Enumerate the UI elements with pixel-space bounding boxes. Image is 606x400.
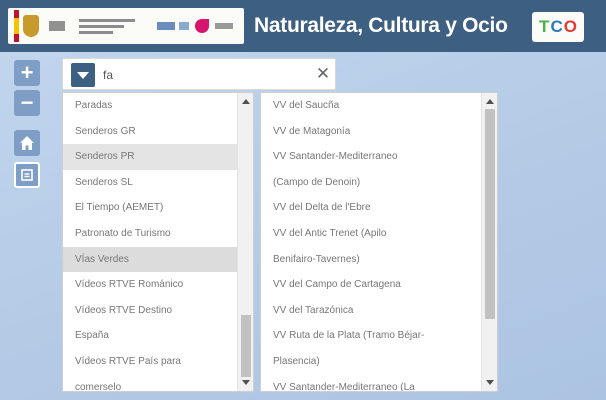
category-item[interactable]: Vídeos RTVE País para: [63, 349, 253, 375]
category-item[interactable]: España: [63, 323, 253, 349]
result-item[interactable]: VV del Antic Trenet (Apilo: [261, 221, 497, 247]
scroll-down-icon[interactable]: [242, 380, 250, 385]
category-item[interactable]: Vídeos RTVE Románico: [63, 272, 253, 298]
scroll-up-icon[interactable]: [486, 99, 494, 104]
zoom-out-button[interactable]: −: [14, 90, 40, 116]
clear-search-button[interactable]: ✕: [313, 63, 333, 85]
search-input[interactable]: [103, 65, 303, 85]
close-icon: ✕: [315, 64, 331, 83]
logo-letter-c: C: [550, 17, 563, 36]
category-item[interactable]: Senderos SL: [63, 170, 253, 196]
results-scrollbar[interactable]: [481, 93, 497, 391]
results-list[interactable]: VV del Saucña VV de Matagonía VV Santander…: [260, 92, 498, 392]
zoom-in-button[interactable]: +: [14, 60, 40, 86]
ministry-logo-icon: [49, 21, 65, 31]
scroll-up-icon[interactable]: [242, 99, 250, 104]
caret-down-icon: [77, 71, 89, 79]
logo-letter-t: T: [539, 17, 550, 36]
result-item[interactable]: Plasencia): [261, 349, 497, 375]
result-item[interactable]: VV Ruta de la Plata (Tramo Béjar-: [261, 323, 497, 349]
scroll-down-icon[interactable]: [486, 380, 494, 385]
result-item[interactable]: VV del Campo de Cartagena: [261, 272, 497, 298]
category-item[interactable]: Patronato de Turismo: [63, 221, 253, 247]
layers-icon: [21, 169, 33, 181]
home-button[interactable]: [14, 130, 40, 156]
app-title: Naturaleza, Cultura y Ocio: [254, 14, 508, 37]
app-header: Naturaleza, Cultura y Ocio T C O: [0, 0, 606, 52]
category-item[interactable]: Senderos GR: [63, 119, 253, 145]
result-item[interactable]: VV del Tarazónica: [261, 298, 497, 324]
scroll-thumb[interactable]: [241, 315, 251, 377]
category-scrollbar[interactable]: [237, 93, 253, 391]
scroll-thumb[interactable]: [485, 109, 495, 319]
category-item[interactable]: El Tiempo (AEMET): [63, 195, 253, 221]
result-item[interactable]: Benifairo-Tavernes): [261, 247, 497, 273]
result-item[interactable]: VV Santander-Mediterraneo: [261, 144, 497, 170]
category-item[interactable]: Paradas: [63, 93, 253, 119]
category-list[interactable]: Paradas Senderos GR Senderos PR Senderos SL…: [62, 92, 254, 392]
minus-icon: −: [20, 90, 34, 115]
home-icon: [20, 136, 34, 150]
partner-logo-small-icon: [179, 22, 189, 30]
plus-icon: +: [20, 60, 34, 85]
ministry-name-logo: [79, 18, 135, 34]
category-item[interactable]: VÍas Verdes: [63, 246, 253, 273]
result-item[interactable]: VV de Matagonía: [261, 119, 497, 145]
result-item[interactable]: (Campo de Denoin): [261, 170, 497, 196]
category-item[interactable]: comerselo: [63, 375, 253, 391]
result-item[interactable]: VV Santander-Mediterraneo (La: [261, 375, 497, 391]
category-item[interactable]: Senderos PR: [63, 144, 253, 170]
logo-letter-o: O: [563, 17, 577, 36]
result-item[interactable]: VV del Delta de l'Ebre: [261, 195, 497, 221]
layers-button[interactable]: [14, 162, 40, 188]
partner-logo-icon: [157, 22, 175, 30]
category-item[interactable]: Vídeos RTVE Destino: [63, 298, 253, 324]
tco-logo: T C O: [532, 12, 584, 42]
institution-logos: [8, 8, 244, 44]
arrow-logo-icon: [195, 19, 209, 33]
category-dropdown-button[interactable]: [71, 63, 95, 87]
coat-of-arms-icon: [23, 15, 39, 37]
search-box: ✕: [62, 58, 336, 90]
spain-flag-icon: [14, 10, 19, 42]
partner-wordmark-icon: [215, 23, 233, 29]
result-item[interactable]: VV del Saucña: [261, 93, 497, 119]
